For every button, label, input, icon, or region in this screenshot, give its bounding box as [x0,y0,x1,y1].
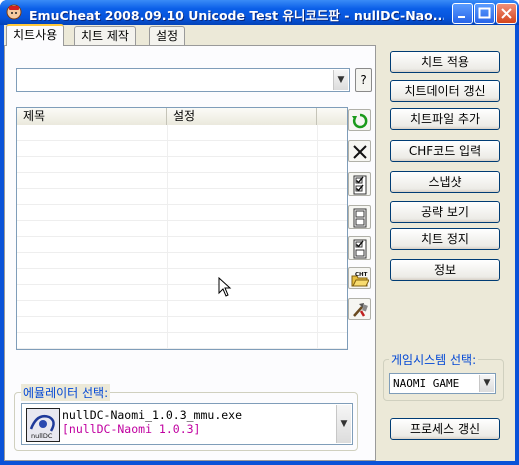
delete-button[interactable] [348,140,371,162]
list-row [17,206,347,221]
list-row [17,238,347,253]
list-row [17,158,347,173]
tools-icon [353,303,368,317]
apply-cheat-button[interactable]: 치트 적용 [390,51,500,73]
update-cheat-data-button[interactable]: 치트데이터 갱신 [390,80,500,102]
column-filler [317,108,347,125]
nulldc-logo-text: nullDC [31,432,53,440]
window-title: EmuCheat 2008.09.10 Unicode Test 유니코드판 -… [29,8,444,23]
uncheck-all-button[interactable] [348,205,371,229]
column-setting[interactable]: 설정 [167,108,317,125]
minimize-icon [458,16,465,18]
mouse-cursor-icon [218,277,232,297]
toggle-check-button[interactable] [348,236,371,260]
walkthrough-button[interactable]: 공략 보기 [390,201,500,223]
list-row [17,126,347,141]
emulator-exe: nullDC-Naomi_1.0.3_mmu.exe [62,408,243,422]
close-icon [501,8,512,19]
maximize-icon [478,7,491,19]
list-row [17,254,347,269]
list-row [17,174,347,189]
nulldc-logo-icon: nullDC [26,408,60,442]
emulator-label: 에뮬레이터 선택: [21,384,111,401]
maximize-button[interactable] [474,3,495,24]
client-area: 치트사용 치트 제작 설정 ▼ ? 제목 설정 CHT 치트 적용 치트데이터 … [4,24,515,461]
refresh-icon [352,113,368,129]
column-title[interactable]: 제목 [17,108,167,125]
add-cheat-file-button[interactable]: 치트파일 추가 [390,108,500,130]
list-row [17,142,347,157]
list-row [17,318,347,333]
tab-settings[interactable]: 설정 [149,26,186,46]
game-system-select[interactable]: NAOMI GAME ▼ [389,373,496,394]
close-button[interactable] [496,3,517,24]
chevron-down-icon[interactable]: ▼ [333,70,348,90]
delete-icon [353,145,367,159]
app-icon [6,4,22,20]
open-cht-file-button[interactable]: CHT [348,267,371,289]
title-bar[interactable]: EmuCheat 2008.09.10 Unicode Test 유니코드판 -… [0,0,519,25]
chevron-down-icon[interactable]: ▼ [336,405,351,443]
game-system-label: 게임시스템 선택: [389,351,479,368]
list-row [17,286,347,301]
refresh-button[interactable] [348,109,371,131]
check-all-icon [353,175,367,195]
snapshot-button[interactable]: 스냅샷 [390,171,500,193]
cht-label: CHT [355,272,368,278]
chf-code-input-button[interactable]: CHF코드 입력 [390,140,500,162]
info-button[interactable]: 정보 [390,259,500,281]
list-row [17,190,347,205]
uncheck-all-icon [353,208,367,228]
toggle-check-icon [353,239,367,259]
game-system-value: NAOMI GAME [393,377,460,390]
emulator-select[interactable]: nullDC nullDC-Naomi_1.0.3_mmu.exe [nullD… [21,403,353,445]
chevron-down-icon[interactable]: ▼ [479,375,494,392]
minimize-button[interactable] [452,3,473,24]
tab-cheat-use[interactable]: 치트사용 [6,24,65,46]
stop-cheat-button[interactable]: 치트 정지 [390,228,500,250]
app-window: EmuCheat 2008.09.10 Unicode Test 유니코드판 -… [0,0,519,465]
list-row [17,270,347,285]
cheat-combo[interactable]: ▼ [16,68,350,92]
help-button[interactable]: ? [355,68,372,92]
refresh-process-button[interactable]: 프로세스 갱신 [390,418,500,440]
list-row [17,222,347,237]
list-header: 제목 설정 [17,108,347,125]
cheat-list[interactable]: 제목 설정 [16,107,348,350]
list-row [17,302,347,317]
tab-cheat-create[interactable]: 치트 제작 [74,26,136,46]
check-all-button[interactable] [348,172,371,196]
open-cht-file-icon: CHT [351,272,369,287]
tools-button[interactable] [348,298,371,320]
emulator-version: [nullDC-Naomi 1.0.3] [62,422,201,436]
list-row [17,334,347,349]
